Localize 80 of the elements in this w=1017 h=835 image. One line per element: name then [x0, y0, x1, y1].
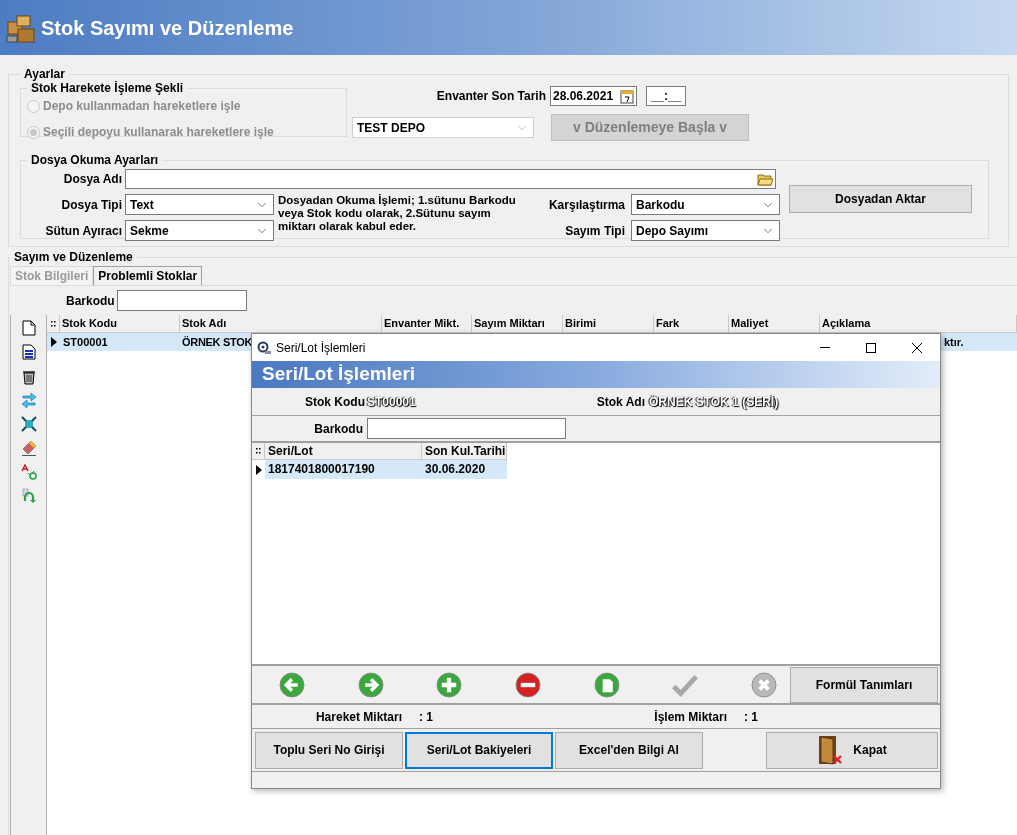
- column-header: Fark: [654, 315, 729, 332]
- row-pointer-icon: [50, 337, 57, 347]
- folder-icon: [757, 171, 774, 187]
- table-row[interactable]: 1817401800017190 30.06.2020: [265, 460, 507, 479]
- dropdown[interactable]: Barkodu: [631, 194, 780, 215]
- eraser-icon: [20, 440, 37, 456]
- field-label: Hareket Miktarı: [314, 708, 402, 726]
- column-header: Stok Kodu: [60, 315, 180, 332]
- import-button[interactable]: Dosyadan Aktar: [789, 185, 972, 213]
- dropdown[interactable]: Text: [125, 194, 274, 215]
- table-cell-text: ktır.: [943, 335, 964, 350]
- column-header: Seri/Lot: [265, 443, 422, 460]
- maximize-icon: [866, 342, 876, 353]
- close-dialog-button[interactable]: Kapat: [766, 731, 938, 769]
- table-cell-text: 30.06.2020: [424, 461, 487, 478]
- stock-name-value: ÖRNEK STOK 1 (SERİ): [649, 393, 779, 411]
- tab[interactable]: Problemli Stoklar: [93, 266, 203, 285]
- dropdown[interactable]: Sekme: [125, 220, 274, 241]
- document-lines-icon: [21, 344, 36, 360]
- plus-icon: [436, 671, 463, 698]
- action-button[interactable]: Toplu Seri No Girişi: [255, 731, 403, 769]
- field-label: Envanter Son Tarih: [435, 88, 546, 105]
- column-header: Birimi: [563, 315, 654, 332]
- time-field[interactable]: __:__: [646, 86, 686, 106]
- edit-icon: [593, 671, 620, 698]
- field-label: Barkodu: [66, 292, 115, 310]
- import-note: Dosyadan Okuma İşlemi; 1.sütunu Barkodu veya Stok kodu olarak, 2.Sütunu sayım miktarı olarak kabul eder.: [278, 194, 517, 234]
- swap-arrows-icon: [20, 391, 37, 409]
- column-header: Açıklama: [820, 315, 1017, 332]
- field-label: Stok Kodu: [304, 393, 365, 411]
- calendar-icon: [620, 88, 634, 104]
- window-title: Stok Sayımı ve Düzenleme: [41, 15, 294, 41]
- field-label: Barkodu: [313, 420, 363, 438]
- group-title: Stok Harekete İşleme Şekli: [30, 81, 185, 97]
- group-title: Dosya Okuma Ayarları: [30, 152, 160, 169]
- field-label: Dosya Tipi: [60, 196, 122, 214]
- column-header: Son Kul.Tarihi: [422, 443, 507, 460]
- row-pointer-icon: [255, 464, 262, 475]
- table-cell-text: ST00001: [62, 335, 109, 350]
- dropdown[interactable]: Depo Sayımı: [631, 220, 780, 241]
- group-title: Sayım ve Düzenleme: [13, 249, 134, 266]
- formula-button[interactable]: Formül Tanımları: [790, 666, 938, 703]
- text-replace-icon: [20, 464, 37, 480]
- barcode-field[interactable]: [367, 418, 566, 439]
- cancel-icon: [750, 671, 777, 698]
- quantity-value: : 1: [419, 708, 434, 726]
- column-header: Maliyet: [729, 315, 820, 332]
- field-label: Sayım Tipi: [564, 222, 625, 240]
- undo-icon: [20, 488, 37, 504]
- column-header: Sayım Miktarı: [472, 315, 563, 332]
- arrow-right-icon: [357, 671, 384, 698]
- table-cell: ÖRNEK STOK: [182, 336, 253, 348]
- new-document-icon: [21, 320, 36, 336]
- action-button[interactable]: Seri/Lot Bakiyeleri: [405, 731, 553, 769]
- column-header: Envanter Mikt.: [382, 315, 472, 332]
- toolbar-button[interactable]: [18, 415, 39, 433]
- group-title: Ayarlar: [23, 66, 66, 83]
- field-label: Dosya Adı: [62, 171, 122, 188]
- table-cell-text: 1817401800017190: [267, 461, 376, 478]
- field-label: İşlem Miktarı: [653, 708, 727, 726]
- arrow-left-icon: [279, 671, 305, 698]
- date-field[interactable]: 28.06.2021: [550, 86, 637, 106]
- grip-icon: [50, 319, 56, 328]
- door-icon: [817, 734, 844, 766]
- close-icon: [912, 342, 922, 353]
- minus-icon: [514, 671, 541, 698]
- cross-star-icon: [20, 416, 37, 432]
- field-label: Stok Adı: [595, 393, 645, 411]
- barcode-field[interactable]: [116, 290, 247, 311]
- column-header: Stok Adı: [180, 315, 382, 332]
- action-button[interactable]: Excel'den Bilgi Al: [555, 731, 703, 769]
- field-label: Karşılaştırma: [547, 196, 625, 214]
- stock-code-value: ST00001: [367, 393, 418, 411]
- grip-icon: [255, 447, 261, 455]
- quantity-value: : 1: [744, 708, 758, 726]
- dialog-title: Seri/Lot İşlemleri: [276, 339, 367, 357]
- header-title: Seri/Lot İşlemleri: [262, 362, 416, 387]
- file-name-field[interactable]: [125, 169, 776, 189]
- minimize-icon: [820, 347, 830, 348]
- field-label: Sütun Ayıracı: [44, 222, 122, 240]
